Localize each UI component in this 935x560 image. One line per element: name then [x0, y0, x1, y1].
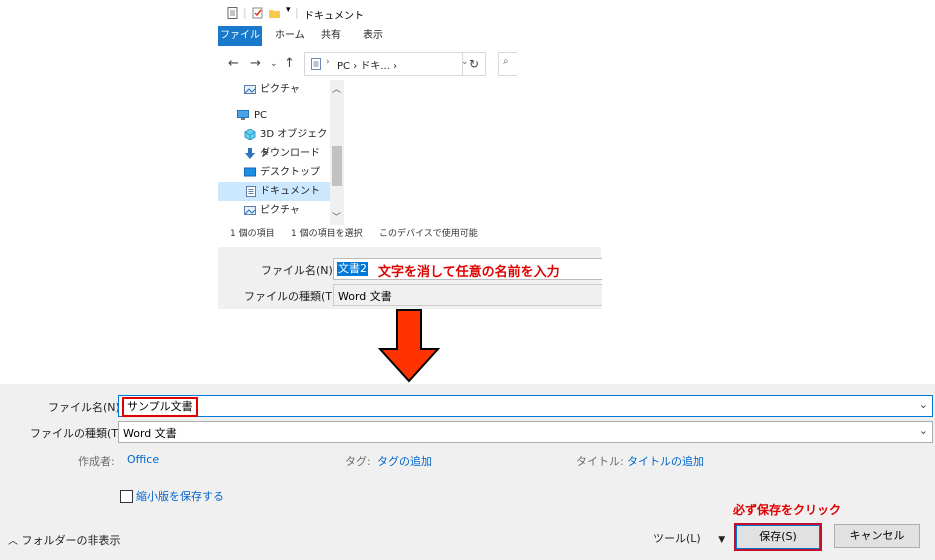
- filetype-value: Word 文書: [123, 427, 177, 440]
- tools-label: ツール(L): [653, 532, 701, 545]
- up-arrow-icon[interactable]: ↑: [284, 56, 295, 71]
- separator: |: [295, 6, 299, 19]
- address-bar[interactable]: › PC › ドキ... › ⌄ ↻: [304, 52, 486, 76]
- mini-filename-panel: ファイル名(N): 文書2 文字を消して任意の名前を入力 ファイルの種類(T):…: [218, 247, 602, 309]
- nav-item-pc[interactable]: PC: [218, 106, 334, 125]
- save-button[interactable]: 保存(S): [734, 523, 822, 551]
- mini-annotation: 文字を消して任意の名前を入力: [378, 265, 560, 280]
- tags-label: タグ:: [345, 455, 371, 468]
- scroll-down-icon[interactable]: ﹀: [332, 210, 341, 223]
- refresh-icon[interactable]: ↻: [462, 53, 485, 75]
- filename-label: ファイル名(N):: [48, 401, 124, 414]
- pc-icon: [237, 110, 249, 120]
- properties-icon[interactable]: [252, 7, 263, 19]
- documents-icon: [246, 186, 256, 197]
- navigation-pane: ピクチャ PC 3D オブジェクト ダウンロード デスクトップ ドキュメント ピ…: [218, 80, 344, 225]
- filetype-select[interactable]: Word 文書 ⌄: [118, 421, 933, 443]
- status-bar: 1 個の項目 1 個の項目を選択 このデバイスで使用可能: [218, 225, 516, 243]
- nav-item-documents[interactable]: ドキュメント: [218, 182, 334, 201]
- back-arrow-icon[interactable]: ←: [228, 56, 239, 71]
- title-bar: | ▾ | ドキュメント: [218, 0, 516, 27]
- status-item-count: 1 個の項目: [230, 229, 275, 239]
- mini-filetype-select[interactable]: Word 文書: [333, 284, 602, 306]
- title-label: タイトル:: [576, 455, 624, 468]
- mini-filetype-value: Word 文書: [338, 290, 392, 303]
- filetype-label: ファイルの種類(T):: [30, 427, 127, 440]
- download-icon: [245, 148, 255, 159]
- new-folder-icon[interactable]: [269, 7, 280, 19]
- recent-chevron-icon[interactable]: ⌄: [270, 59, 278, 69]
- chevron-up-icon: ︿: [8, 536, 18, 547]
- forward-arrow-icon[interactable]: →: [250, 56, 261, 71]
- nav-scrollbar[interactable]: ︿ ﹀: [330, 80, 344, 225]
- document-icon[interactable]: [227, 7, 238, 19]
- breadcrumb: PC › ドキ... ›: [337, 61, 398, 72]
- mini-filename-input[interactable]: 文書2 文字を消して任意の名前を入力: [333, 258, 602, 280]
- window-title: ドキュメント: [304, 11, 364, 22]
- filename-value: サンプル文書: [122, 397, 198, 417]
- breadcrumb-chevron-icon: ›: [326, 57, 330, 67]
- scroll-thumb[interactable]: [332, 146, 342, 186]
- scroll-up-icon[interactable]: ︿: [332, 82, 341, 95]
- mini-filename-label: ファイル名(N):: [261, 264, 337, 277]
- search-input[interactable]: ⌕: [498, 52, 517, 76]
- tools-dropdown-icon: ▼: [718, 535, 726, 545]
- address-row: ← → ⌄ ↑ › PC › ドキ... › ⌄ ↻ ⌕: [218, 46, 517, 80]
- nav-item-pictures[interactable]: ピクチャ: [218, 80, 334, 99]
- nav-item-3d-objects[interactable]: 3D オブジェクト: [218, 125, 334, 159]
- save-dialog: ファイル名(N): サンプル文書 ⌄ ファイルの種類(T): Word 文書 ⌄…: [0, 384, 935, 560]
- thumbnail-checkbox[interactable]: [120, 490, 133, 503]
- search-icon: ⌕: [503, 56, 509, 67]
- tab-view[interactable]: 表示: [363, 26, 383, 46]
- filetype-dropdown-icon[interactable]: ⌄: [919, 424, 928, 437]
- nav-item-pictures-2[interactable]: ピクチャ: [218, 201, 334, 220]
- cancel-button[interactable]: キャンセル: [834, 524, 920, 548]
- filename-input[interactable]: サンプル文書 ⌄: [118, 395, 933, 417]
- explorer-window: | ▾ | ドキュメント ファイル ホーム 共有 表示 ← → ⌄ ↑ › PC…: [218, 0, 517, 243]
- separator: |: [243, 6, 247, 19]
- author-label: 作成者:: [78, 455, 115, 468]
- hide-folders-button[interactable]: ︿ フォルダーの非表示: [8, 532, 121, 548]
- hide-folders-label: フォルダーの非表示: [21, 534, 121, 547]
- desktop-icon: [244, 167, 256, 177]
- quick-access-dropdown-icon[interactable]: ▾: [286, 5, 291, 15]
- tab-file[interactable]: ファイル: [218, 26, 262, 46]
- title-value[interactable]: タイトルの追加: [627, 453, 704, 469]
- ribbon-tabs: ファイル ホーム 共有 表示: [218, 26, 516, 47]
- nav-item-downloads[interactable]: ダウンロード: [218, 144, 334, 163]
- tab-home[interactable]: ホーム: [275, 26, 305, 46]
- tools-button[interactable]: ツール(L) ▼: [653, 530, 725, 546]
- pictures-icon: [244, 206, 256, 215]
- save-annotation: 必ず保存をクリック: [733, 503, 842, 517]
- pictures-icon: [244, 85, 256, 94]
- tags-value[interactable]: タグの追加: [377, 453, 432, 469]
- mini-filetype-label: ファイルの種類(T):: [244, 290, 341, 303]
- nav-item-desktop[interactable]: デスクトップ: [218, 163, 334, 182]
- thumbnail-label[interactable]: 縮小版を保存する: [136, 488, 224, 504]
- down-arrow-icon: [378, 309, 440, 383]
- filename-dropdown-icon[interactable]: ⌄: [919, 398, 928, 411]
- status-availability: このデバイスで使用可能: [379, 229, 478, 239]
- tab-share[interactable]: 共有: [321, 26, 341, 46]
- status-selected-count: 1 個の項目を選択: [291, 229, 363, 239]
- mini-filename-selected-text: 文書2: [337, 262, 368, 276]
- 3d-objects-icon: [244, 129, 256, 140]
- documents-icon: [311, 58, 321, 70]
- author-value[interactable]: Office: [127, 453, 159, 466]
